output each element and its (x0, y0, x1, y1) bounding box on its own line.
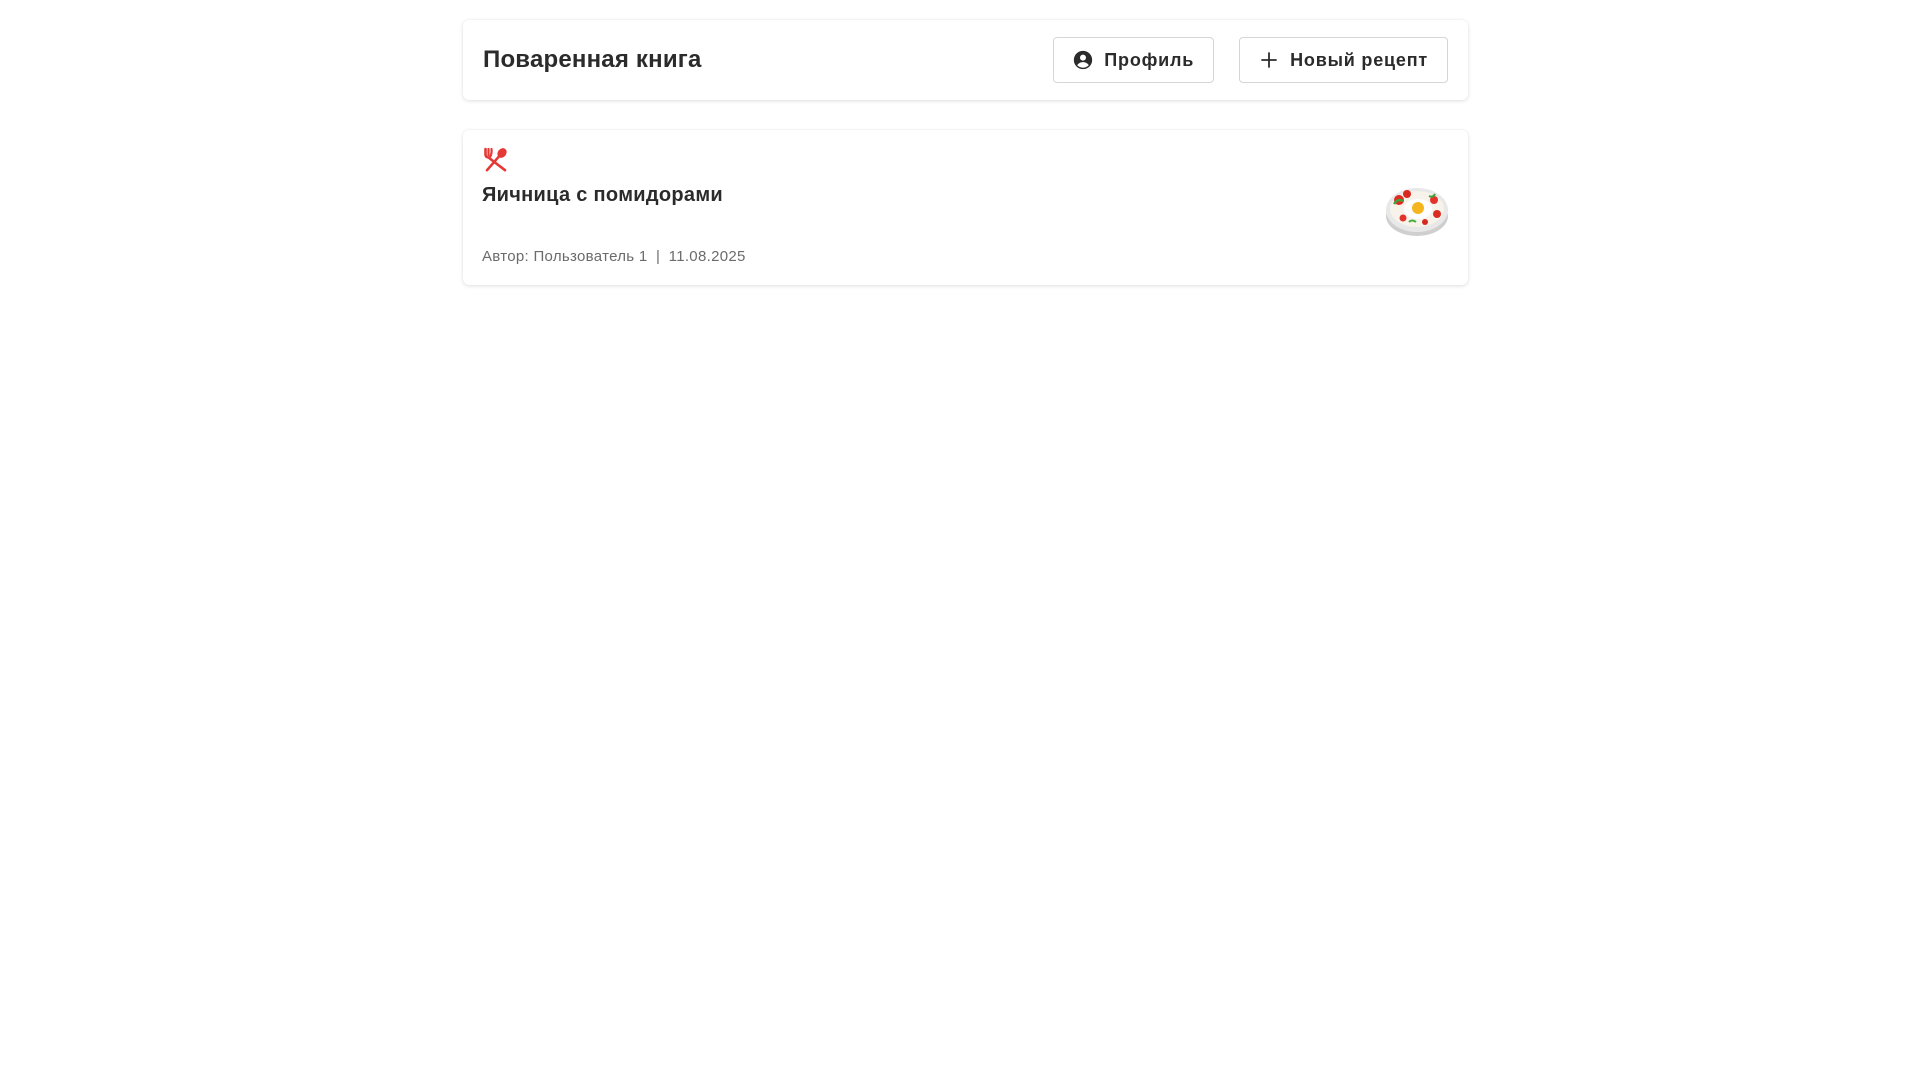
meta-separator: | (656, 248, 661, 265)
author-name: Пользователь 1 (533, 248, 648, 265)
plus-icon (1259, 50, 1279, 70)
profile-button[interactable]: Профиль (1053, 37, 1215, 83)
app-header: Поваренная книга Профиль Новый рецепт (463, 20, 1468, 100)
author-prefix: Автор: (482, 248, 529, 265)
page-container: Поваренная книга Профиль Новый рецепт Яи… (463, 20, 1468, 285)
new-recipe-button[interactable]: Новый рецепт (1239, 37, 1448, 83)
recipe-date: 11.08.2025 (668, 248, 746, 265)
fork-spoon-icon (482, 146, 510, 174)
recipe-title: Яичница с помидорами (482, 184, 724, 206)
recipe-card[interactable]: Яичница с помидорами Автор: Пользователь… (463, 130, 1468, 285)
page-title: Поваренная книга (483, 46, 702, 73)
new-recipe-button-label: Новый рецепт (1290, 49, 1428, 70)
recipe-thumbnail (1385, 178, 1449, 240)
profile-button-label: Профиль (1104, 49, 1195, 70)
account-circle-icon (1073, 50, 1093, 70)
recipe-meta: Автор: Пользователь 1 | 11.08.2025 (482, 248, 746, 265)
